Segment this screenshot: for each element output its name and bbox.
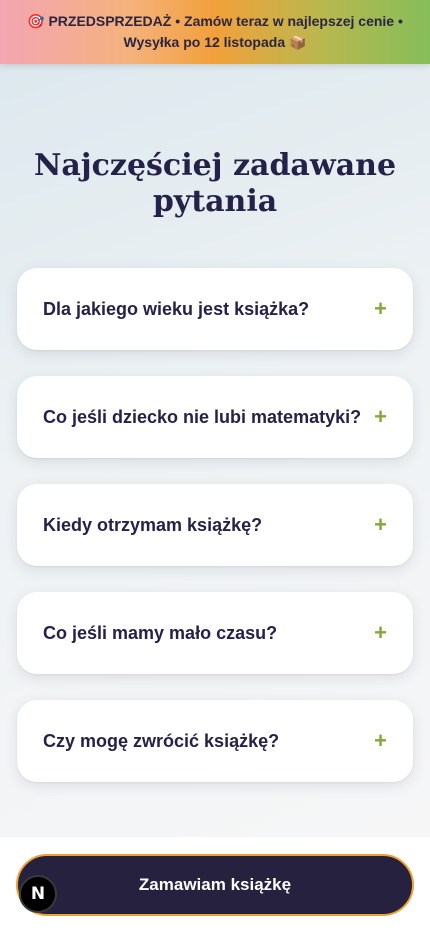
faq-item-little-time[interactable]: Co jeśli mamy mało czasu? + <box>17 592 413 674</box>
nextjs-dev-badge-icon[interactable]: N <box>19 875 57 913</box>
promo-text-2: Wysyłka po 12 listopada <box>123 34 286 50</box>
promo-line-2: Wysyłka po 12 listopada 📦 <box>124 32 307 53</box>
promo-banner: 🎯 PRZEDSPRZEDAŻ • Zamów teraz w najlepsz… <box>0 0 430 64</box>
target-icon: 🎯 <box>27 14 45 30</box>
faq-item-age[interactable]: Dla jakiego wieku jest książka? + <box>17 268 413 350</box>
faq-title: Najczęściej zadawane pytania <box>33 148 397 219</box>
promo-text-1: PRZEDSPRZEDAŻ • Zamów teraz w najlepszej… <box>48 13 403 29</box>
faq-item-dislike-math[interactable]: Co jeśli dziecko nie lubi matematyki? + <box>17 376 413 458</box>
plus-icon[interactable]: + <box>374 622 387 644</box>
faq-item-delivery[interactable]: Kiedy otrzymam książkę? + <box>17 484 413 566</box>
faq-item-return[interactable]: Czy mogę zwrócić książkę? + <box>17 700 413 782</box>
faq-question: Dla jakiego wieku jest książka? <box>43 298 310 319</box>
order-book-button[interactable]: Zamawiam książkę <box>16 854 414 916</box>
faq-question: Kiedy otrzymam książkę? <box>43 514 263 535</box>
faq-question: Co jeśli mamy mało czasu? <box>43 622 278 643</box>
package-icon: 📦 <box>289 35 307 51</box>
plus-icon[interactable]: + <box>374 514 387 536</box>
promo-line-1: 🎯 PRZEDSPRZEDAŻ • Zamów teraz w najlepsz… <box>27 11 403 32</box>
faq-question: Co jeśli dziecko nie lubi matematyki? <box>43 406 362 427</box>
faq-question: Czy mogę zwrócić książkę? <box>43 730 280 751</box>
plus-icon[interactable]: + <box>374 406 387 428</box>
faq-section: Najczęściej zadawane pytania Dla jakiego… <box>0 64 430 837</box>
plus-icon[interactable]: + <box>374 730 387 752</box>
cta-bar: Zamawiam książkę <box>0 837 430 932</box>
plus-icon[interactable]: + <box>374 298 387 320</box>
